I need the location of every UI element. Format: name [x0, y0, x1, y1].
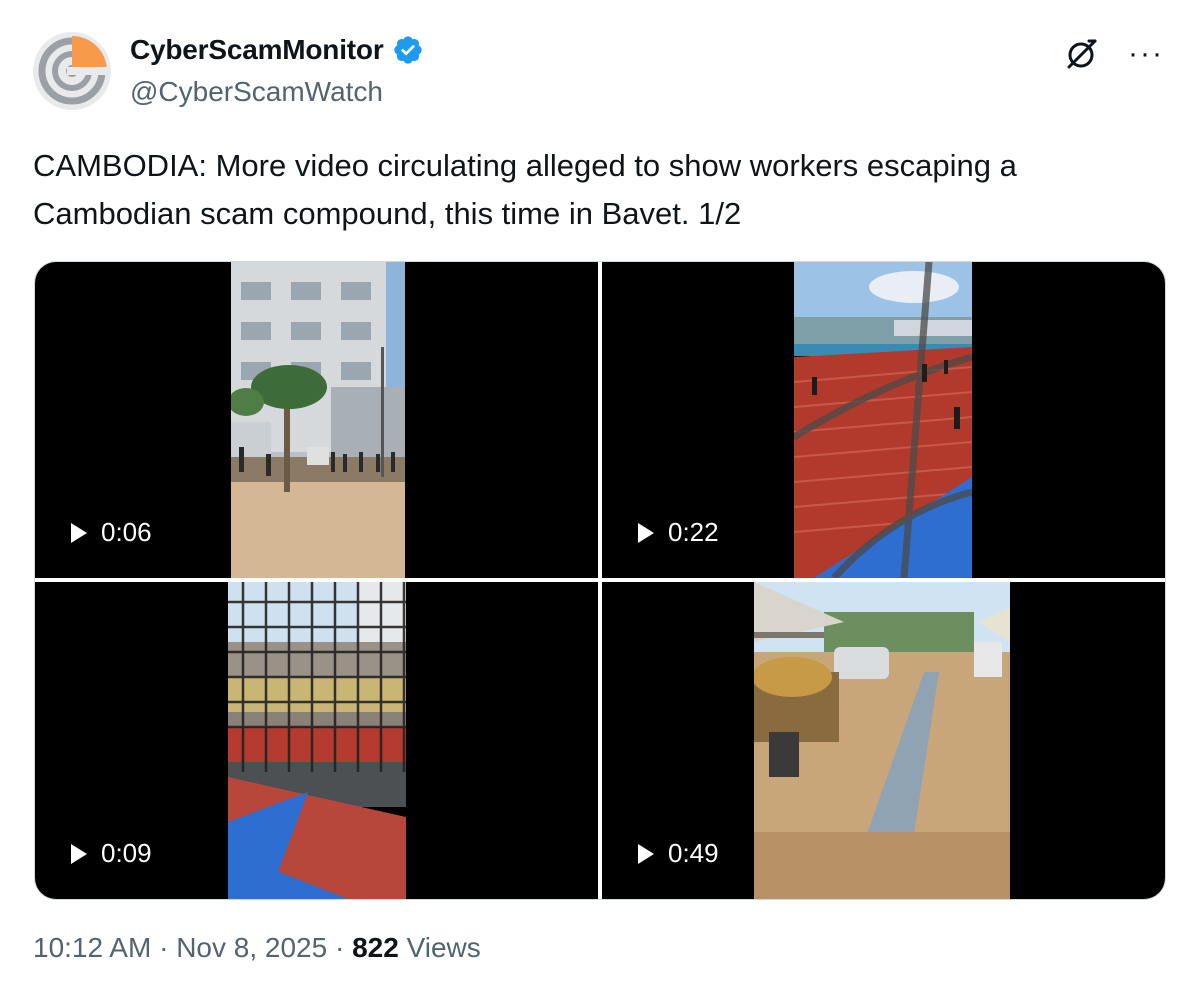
play-icon [71, 843, 87, 864]
play-icon [638, 522, 654, 543]
video-duration: 0:22 [638, 517, 719, 548]
author-name-row: CyberScamMonitor [130, 34, 424, 66]
meta-separator: · [334, 932, 345, 963]
views-label: Views [406, 932, 481, 963]
tweet-actions: ··· [1064, 36, 1164, 72]
video-thumbnail [794, 262, 972, 578]
video-thumbnail [754, 582, 1010, 899]
video-thumbnail [228, 582, 406, 899]
verified-badge-icon[interactable] [392, 34, 424, 66]
media-grid: 0:06 0:22 0:09 0:49 [34, 261, 1166, 900]
video-tile-4[interactable]: 0:49 [602, 582, 1165, 899]
avatar[interactable] [33, 32, 111, 110]
cyberscam-logo-icon [33, 32, 111, 110]
tweet-text: CAMBODIA: More video circulating alleged… [33, 148, 1017, 231]
more-icon[interactable]: ··· [1128, 39, 1164, 69]
video-duration: 0:49 [638, 838, 719, 869]
tweet-time[interactable]: 10:12 AM [33, 932, 151, 963]
handle[interactable]: @CyberScamWatch [130, 76, 383, 108]
tweet: CyberScamMonitor @CyberScamWatch ··· CAM… [0, 0, 1194, 990]
video-tile-3[interactable]: 0:09 [35, 582, 598, 899]
play-icon [71, 522, 87, 543]
video-thumbnail [231, 262, 405, 578]
views-count: 822 [352, 932, 399, 963]
video-duration: 0:06 [71, 517, 152, 548]
tweet-date[interactable]: Nov 8, 2025 [176, 932, 327, 963]
grok-icon[interactable] [1064, 36, 1100, 72]
video-tile-1[interactable]: 0:06 [35, 262, 598, 578]
video-duration: 0:09 [71, 838, 152, 869]
tweet-meta: 10:12 AM · Nov 8, 2025 · 822 Views [33, 932, 481, 964]
play-icon [638, 843, 654, 864]
video-tile-2[interactable]: 0:22 [602, 262, 1165, 578]
meta-separator: · [159, 932, 169, 963]
display-name[interactable]: CyberScamMonitor [130, 34, 384, 66]
